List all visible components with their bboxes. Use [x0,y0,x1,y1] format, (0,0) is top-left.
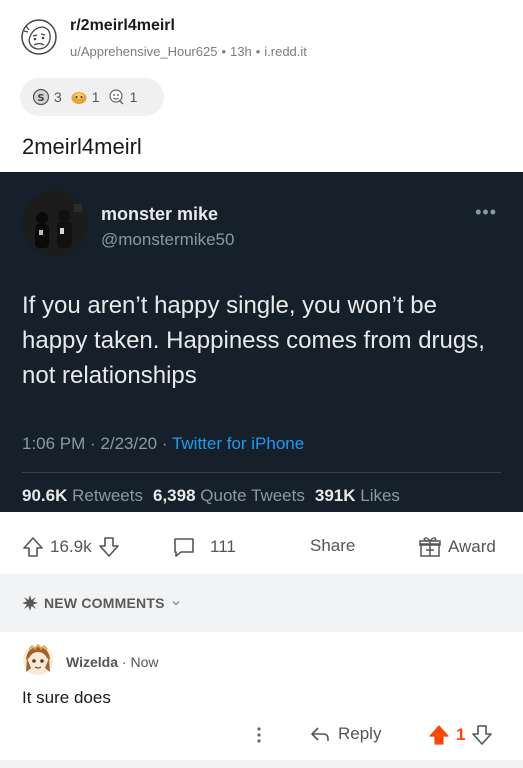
post-domain[interactable]: i.redd.it [264,44,307,59]
vertical-dots-icon [257,727,261,743]
comment-body: It sure does [22,688,111,707]
subreddit-name[interactable]: r/2meirl4meirl [70,17,175,35]
award-count: 1 [129,89,138,105]
chevron-down-icon [172,601,180,606]
comments-button[interactable]: 111 [172,536,236,558]
retweets-count: 90.6K [22,486,68,505]
tweet-stats: 90.6K Retweets 6,398 Quote Tweets 391K Lik… [22,486,400,506]
tweet-author-handle: @monstermike50 [101,230,235,249]
upvote-icon[interactable] [22,536,44,558]
post-title[interactable]: 2meirl4meirl [22,134,142,160]
gift-icon [419,537,441,557]
downvote-icon[interactable] [98,536,120,558]
downvote-icon[interactable] [471,724,493,746]
sort-label: NEW COMMENTS [44,595,165,611]
tweet-divider [22,472,501,473]
award-count: 1 [91,89,100,105]
svg-text:S: S [37,93,44,104]
silver-award-icon: S [32,88,50,106]
likes-count: 391K [314,486,356,505]
comment-author[interactable]: Wizelda [66,654,118,670]
reply-button[interactable]: Reply [310,724,381,744]
meta-separator: • [255,44,261,59]
award-label: Award [448,537,496,556]
tweet-text: If you aren’t happy single, you won’t be… [22,292,485,389]
comment-actions: Reply 1 [0,722,523,752]
wholesome-award-icon [108,89,124,105]
comments-count: 111 [210,537,236,556]
post-action-bar: 16.9k 111 Share Award [0,524,523,572]
subreddit-avatar-icon[interactable] [20,18,58,56]
starburst-icon [22,595,38,611]
post-author[interactable]: u/Apprehensive_Hour625 [70,44,217,59]
retweets-label: Retweets [72,486,143,505]
tweet-source: Twitter for iPhone [171,434,305,453]
quotes-label: Quote Tweets [200,486,305,505]
comment-score: 1 [456,725,466,744]
comment-icon [174,538,194,557]
reply-label: Reply [338,724,382,743]
reply-arrow-icon [311,727,329,741]
awards-pill[interactable]: S 3 1 1 [20,78,164,116]
award-count: 3 [54,89,62,105]
post-time: 13h [230,44,252,59]
bottom-divider [0,760,523,768]
upvote-count: 16.9k [50,537,92,556]
comment-vote-group: 1 [428,724,493,746]
upvote-active-icon[interactable] [428,724,450,746]
comment-sort-dropdown[interactable]: NEW COMMENTS [22,595,181,611]
post-meta: u/Apprehensive_Hour625 • 13h • i.redd.it [70,44,307,59]
share-button[interactable]: Share [310,536,355,556]
award-helpful[interactable]: 1 [70,88,100,106]
tweet-timestamp: 1:06 PM · 2/23/20 · Twitter for iPhone [22,434,304,454]
post-header: r/2meirl4meirl u/Apprehensive_Hour625 • 13… [0,0,523,76]
share-label: Share [310,536,356,555]
award-wholesome[interactable]: 1 [108,88,138,106]
likes-label: Likes [360,486,400,505]
comment-meta: Wizelda · Now [66,654,159,670]
more-options-button[interactable] [255,724,263,751]
tweet-image[interactable]: monster mike @monstermike50 ••• If you a… [0,172,523,512]
award-silver[interactable]: S 3 [32,88,62,106]
quotes-count: 6,398 [152,486,196,505]
tweet-author-name: monster mike [101,204,219,224]
tweet-avatar [22,190,88,256]
award-button[interactable]: Award [418,536,496,558]
helpful-award-icon [71,92,87,104]
comment-time: Now [130,654,159,670]
tweet-time: 1:06 PM · 2/23/20 · [22,434,172,453]
more-options-icon: ••• [475,202,497,222]
vote-group: 16.9k [22,536,120,558]
commenter-avatar[interactable] [22,643,54,676]
meta-separator: • [221,44,226,59]
